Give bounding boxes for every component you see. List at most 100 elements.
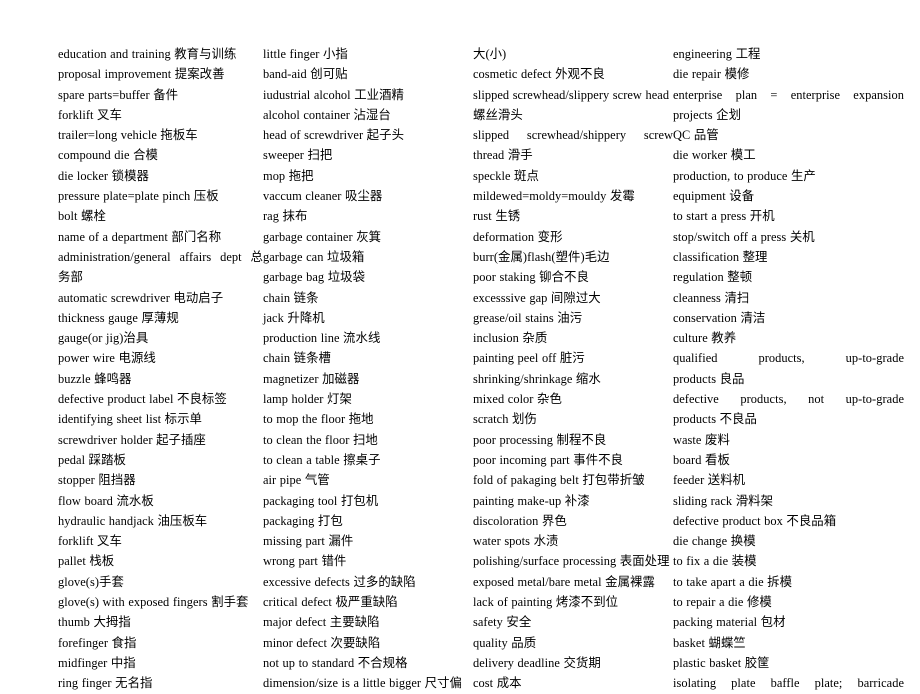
- glossary-column-3: 大(小) cosmetic defect 外观不良 slipped screwhea…: [473, 44, 673, 694]
- glossary-entry: die locker 锁模器: [58, 168, 149, 183]
- glossary-entry: isolating plate baffle plate; barricade: [673, 676, 904, 691]
- glossary-entry: power wire 电源线: [58, 351, 156, 366]
- glossary-entry: alcohol container 沾湿台: [263, 107, 391, 122]
- glossary-entry: ring finger 无名指: [58, 676, 153, 691]
- glossary-entry: thickness gauge 厚薄规: [58, 310, 179, 325]
- glossary-entry: grease/oil stains 油污: [473, 310, 583, 325]
- glossary-entry: to clean a table 擦桌子: [263, 452, 381, 467]
- glossary-entry: administration/general affairs dept 总: [58, 249, 263, 264]
- glossary-entry: QC 品管: [673, 128, 719, 143]
- glossary-entry: lamp holder 灯架: [263, 392, 352, 407]
- glossary-entry: education and training 教育与训练: [58, 47, 237, 61]
- glossary-entry: conservation 清洁: [673, 310, 766, 325]
- glossary-entry: head of screwdriver 起子头: [263, 128, 405, 143]
- glossary-entry: cost 成本: [473, 676, 522, 691]
- glossary-entry: packing material 包材: [673, 615, 786, 630]
- glossary-entry: production, to produce 生产: [673, 168, 816, 183]
- glossary-entry: dimension/size is a little bigger 尺寸偏: [263, 676, 462, 691]
- glossary-entry: proposal improvement 提案改善: [58, 67, 225, 82]
- glossary-entry: excessive defects 过多的缺陷: [263, 574, 416, 589]
- glossary-entry: trailer=long vehicle 拖板车: [58, 128, 198, 143]
- glossary-entry: scratch 划伤: [473, 412, 537, 427]
- glossary-entry: to repair a die 修模: [673, 595, 772, 610]
- glossary-entry: discoloration 界色: [473, 513, 567, 528]
- glossary-column-2: little finger 小指 band-aid 创可贴 iudustrial a…: [263, 44, 473, 694]
- glossary-entry: major defect 主要缺陷: [263, 615, 380, 630]
- glossary-entry: magnetizer 加磁器: [263, 371, 360, 386]
- glossary-entry: lack of painting 烤漆不到位: [473, 595, 619, 610]
- glossary-entry: spare parts=buffer 备件: [58, 87, 179, 102]
- glossary-entry: name of a department 部门名称: [58, 229, 222, 244]
- glossary-entry: cosmetic defect 外观不良: [473, 67, 605, 82]
- glossary-entry: forklift 叉车: [58, 107, 122, 122]
- glossary-entry: flow board 流水板: [58, 493, 154, 508]
- glossary-entry: to clean the floor 扫地: [263, 432, 378, 447]
- glossary-entry: missing part 漏件: [263, 534, 354, 549]
- glossary-entry: screwdriver holder 起子插座: [58, 432, 206, 447]
- glossary-entry: water spots 水渍: [473, 534, 559, 549]
- glossary-entry: bolt 螺栓: [58, 209, 106, 224]
- glossary-entry: to take apart a die 拆模: [673, 574, 793, 589]
- glossary-entry: chain 链条: [263, 290, 319, 305]
- glossary-entry: band-aid 创可贴: [263, 67, 348, 82]
- glossary-entry: board 看板: [673, 452, 730, 467]
- glossary-entry: painting peel off 脏污: [473, 351, 585, 366]
- glossary-entry: feeder 送料机: [673, 473, 746, 488]
- glossary-entry: defective product label 不良标签: [58, 392, 227, 407]
- glossary-entry: slipped screwhead/slippery screw head: [473, 87, 670, 102]
- glossary-entry: thumb 大拇指: [58, 615, 131, 630]
- glossary-entry: shrinking/shrinkage 缩水: [473, 371, 601, 386]
- glossary-entry: polishing/surface processing 表面处理: [473, 554, 670, 569]
- glossary-entry: midfinger 中指: [58, 655, 136, 670]
- glossary-entry: fold of pakaging belt 打包带折皱: [473, 473, 645, 488]
- glossary-entry: cleanness 清扫: [673, 290, 750, 305]
- glossary-entry: culture 教养: [673, 331, 737, 346]
- glossary-entry: hydraulic handjack 油压板车: [58, 513, 208, 528]
- glossary-entry: packaging 打包: [263, 513, 343, 528]
- glossary-entry: minor defect 次要缺陷: [263, 635, 381, 650]
- glossary-entry: qualified products, up-to-grade: [673, 351, 904, 366]
- glossary-entry: automatic screwdriver 电动启子: [58, 290, 224, 305]
- glossary-entry: mop 拖把: [263, 168, 314, 183]
- glossary-entry: basket 蝴蝶竺: [673, 635, 746, 650]
- glossary-entry: vaccum cleaner 吸尘器: [263, 189, 383, 204]
- glossary-entry: sliding rack 滑料架: [673, 493, 774, 508]
- glossary-entry: to mop the floor 拖地: [263, 412, 374, 427]
- glossary-entry: stopper 阻挡器: [58, 473, 136, 488]
- glossary-entry: regulation 整顿: [673, 270, 753, 285]
- glossary-entry: projects 企划: [673, 107, 742, 122]
- document-page: education and training 教育与训练 proposal imp…: [0, 0, 920, 690]
- glossary-entry: waste 废料: [673, 432, 730, 447]
- glossary-entry: chain 链条槽: [263, 351, 331, 366]
- glossary-entry: safety 安全: [473, 615, 532, 630]
- glossary-entry: engineering 工程: [673, 47, 761, 61]
- glossary-entry: little finger 小指: [263, 47, 348, 61]
- glossary-entry: pallet 栈板: [58, 554, 115, 569]
- glossary-entry: 务部: [58, 270, 83, 285]
- glossary-entry: die change 换模: [673, 534, 756, 549]
- glossary-entry: not up to standard 不合规格: [263, 655, 408, 670]
- glossary-entry: jack 升降机: [263, 310, 325, 325]
- glossary-entry: products 不良品: [673, 412, 757, 427]
- glossary-entry: quality 品质: [473, 635, 537, 650]
- glossary-entry: garbage container 灰箕: [263, 229, 382, 244]
- glossary-entry: production line 流水线: [263, 331, 381, 346]
- glossary-entry: iudustrial alcohol 工业酒精: [263, 87, 404, 102]
- glossary-entry: deformation 变形: [473, 229, 563, 244]
- glossary-entry: mixed color 杂色: [473, 392, 562, 407]
- glossary-entry: stop/switch off a press 关机: [673, 229, 815, 244]
- glossary-entry: defective products, not up-to-grade: [673, 392, 904, 407]
- glossary-entry: mildewed=moldy=mouldy 发霉: [473, 189, 635, 204]
- glossary-entry: sweeper 扫把: [263, 148, 333, 163]
- glossary-entry: inclusion 杂质: [473, 331, 548, 346]
- glossary-entry: poor staking 铆合不良: [473, 270, 589, 285]
- glossary-entry: forklift 叉车: [58, 534, 122, 549]
- glossary-entry: forefinger 食指: [58, 635, 137, 650]
- glossary-entry: garbage bag 垃圾袋: [263, 270, 366, 285]
- glossary-entry: poor incoming part 事件不良: [473, 452, 623, 467]
- glossary-entry: enterprise plan = enterprise expansion: [673, 87, 904, 102]
- glossary-entry: equipment 设备: [673, 189, 755, 204]
- glossary-entry: burr(金属)flash(塑件)毛边: [473, 249, 610, 264]
- glossary-entry: compound die 合模: [58, 148, 158, 163]
- glossary-entry: glove(s)手套: [58, 574, 124, 589]
